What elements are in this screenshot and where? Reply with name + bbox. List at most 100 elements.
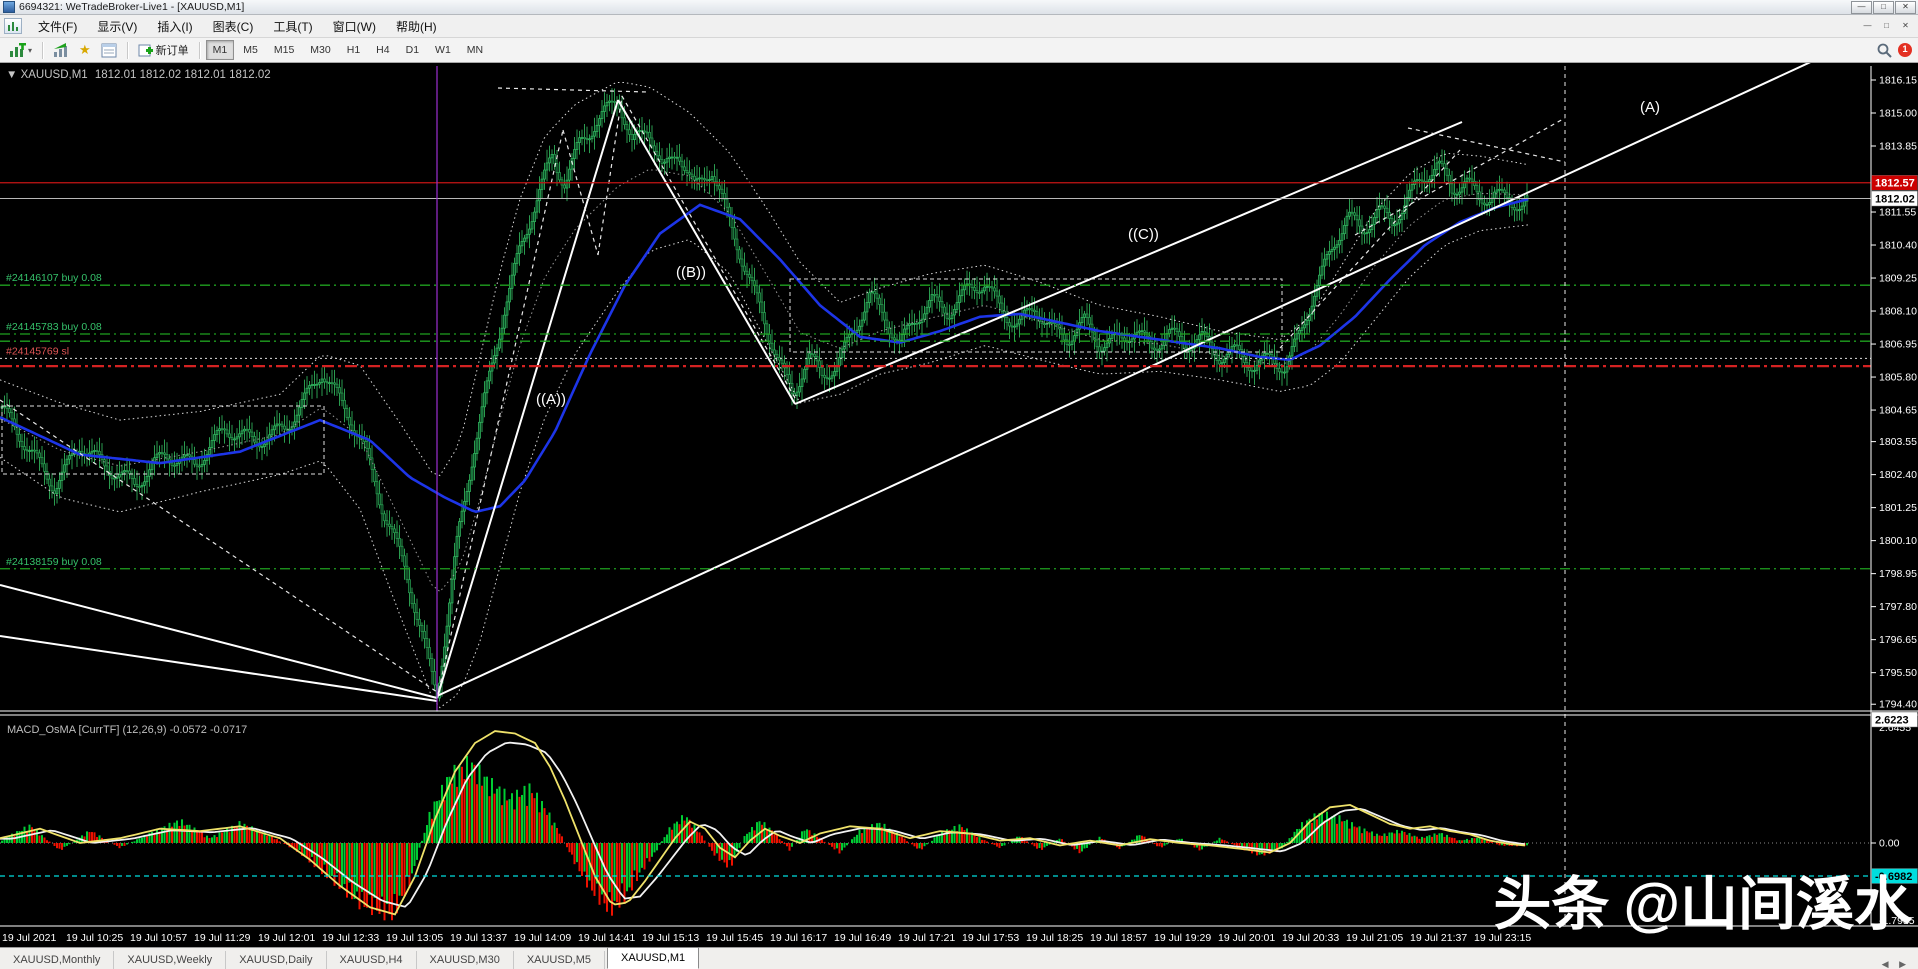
trend-line[interactable] — [794, 121, 1463, 405]
macd-histogram-bar — [506, 800, 508, 843]
dashed-trend-line[interactable] — [497, 87, 649, 93]
trend-line[interactable] — [436, 63, 1828, 697]
close-button[interactable]: ✕ — [1895, 0, 1916, 14]
menu-t[interactable]: 工具(T) — [263, 17, 322, 37]
macd-histogram-bar — [658, 843, 661, 845]
chart-canvas[interactable]: 1816.151815.001813.851812.701811.551810.… — [0, 63, 1918, 947]
timeframe-m30[interactable]: M30 — [303, 40, 337, 60]
menu-h[interactable]: 帮助(H) — [386, 17, 447, 37]
menu-c[interactable]: 图表(C) — [203, 17, 264, 37]
macd-histogram-bar — [1216, 840, 1218, 843]
macd-histogram-bar — [1406, 834, 1408, 843]
time-axis-label: 19 Jul 16:17 — [770, 932, 827, 944]
candle-body — [895, 339, 899, 342]
macd-histogram-bar — [1378, 835, 1381, 843]
child-minimize-button[interactable]: — — [1859, 19, 1876, 34]
macd-histogram-bar — [481, 785, 483, 843]
new-chart-button[interactable]: ▾ — [4, 40, 37, 61]
order-label[interactable]: #24146107 buy 0.08 — [6, 272, 102, 284]
candle-body — [270, 429, 274, 436]
candle-body — [1323, 258, 1326, 267]
wave-label[interactable]: ((B)) — [676, 264, 706, 281]
tab-xauusd-m5[interactable]: XAUUSD,M5 — [514, 951, 605, 969]
maximize-button[interactable]: □ — [1873, 0, 1894, 14]
profiles-button[interactable] — [48, 40, 74, 61]
candle-body — [150, 462, 154, 471]
band-upper — [0, 82, 1529, 477]
search-icon[interactable] — [1877, 43, 1892, 58]
macd-histogram-bar — [526, 805, 528, 843]
order-label[interactable]: #24138159 buy 0.08 — [6, 556, 102, 568]
candle-body — [610, 100, 614, 103]
macd-histogram-bar — [923, 843, 926, 847]
candle-body — [8, 408, 11, 414]
favorites-button[interactable]: ★ — [74, 39, 96, 61]
tab-xauusd-h4[interactable]: XAUUSD,H4 — [327, 951, 417, 969]
time-axis-label: 19 Jul 13:37 — [450, 932, 507, 944]
timeframe-m5[interactable]: M5 — [236, 40, 265, 60]
dashed-trend-line[interactable] — [0, 399, 438, 693]
trend-line[interactable] — [436, 99, 619, 699]
macd-histogram-bar — [543, 808, 546, 843]
candle-body — [858, 325, 861, 331]
minimize-button[interactable]: — — [1851, 0, 1872, 14]
candle-body — [825, 376, 829, 379]
candle-body — [908, 323, 911, 326]
notification-badge[interactable]: 1 — [1898, 43, 1912, 57]
tab-xauusd-monthly[interactable]: XAUUSD,Monthly — [0, 951, 115, 969]
timeframe-w1[interactable]: W1 — [428, 40, 458, 60]
timeframe-h4[interactable]: H4 — [369, 40, 396, 60]
macd-histogram-bar — [756, 822, 758, 843]
wave-label[interactable]: (A) — [1640, 99, 1660, 116]
dashed-trend-line[interactable] — [562, 129, 599, 256]
child-restore-button[interactable]: □ — [1878, 19, 1895, 34]
macd-histogram-bar — [893, 834, 896, 843]
candle-body — [758, 292, 761, 303]
candle-body — [473, 453, 476, 468]
menu-f[interactable]: 文件(F) — [28, 17, 87, 37]
tab-xauusd-daily[interactable]: XAUUSD,Daily — [226, 951, 327, 969]
macd-histogram-bar — [1371, 831, 1373, 843]
new-order-button[interactable]: 新订单 — [133, 39, 194, 61]
tab-xauusd-m1[interactable]: XAUUSD,M1 — [607, 947, 700, 969]
menu-w[interactable]: 窗口(W) — [323, 17, 386, 37]
candle-body — [765, 323, 769, 335]
timeframe-m15[interactable]: M15 — [267, 40, 301, 60]
timeframe-mn[interactable]: MN — [460, 40, 490, 60]
wave-label[interactable]: ((A)) — [536, 391, 566, 408]
candle-body — [1453, 192, 1456, 195]
tab-xauusd-m30[interactable]: XAUUSD,M30 — [417, 951, 514, 969]
price-tick-label: 1810.40 — [1879, 240, 1917, 252]
dashed-trend-line[interactable] — [1354, 117, 1566, 236]
candle-body — [408, 579, 411, 594]
macd-histogram-bar — [461, 766, 463, 843]
trend-line[interactable] — [0, 635, 438, 702]
child-close-button[interactable]: ✕ — [1897, 19, 1914, 34]
candle-body — [1135, 331, 1139, 335]
candle-body — [318, 382, 321, 385]
menu-i[interactable]: 插入(I) — [147, 17, 202, 37]
macd-histogram-bar — [536, 792, 538, 843]
macd-histogram-bar — [183, 825, 186, 843]
macd-histogram-bar — [353, 843, 356, 900]
tab-scroll-arrows[interactable]: ◀ ▶ — [1882, 959, 1918, 969]
dashed-trend-line[interactable] — [1407, 127, 1566, 163]
macd-histogram-bar — [701, 835, 703, 843]
market-watch-button[interactable] — [96, 40, 122, 61]
menu-v[interactable]: 显示(V) — [87, 17, 147, 37]
candle-body — [708, 179, 711, 181]
order-label[interactable]: #24145769 sl — [6, 345, 69, 357]
tab-xauusd-weekly[interactable]: XAUUSD,Weekly — [114, 951, 227, 969]
trend-line[interactable] — [0, 584, 438, 699]
timeframe-d1[interactable]: D1 — [399, 40, 426, 60]
candle-body — [1458, 191, 1461, 195]
macd-histogram-bar — [466, 755, 468, 843]
menu-bar: 文件(F) 显示(V) 插入(I) 图表(C) 工具(T) 窗口(W) 帮助(H) — □ … — [0, 15, 1918, 38]
dashed-trend-line[interactable] — [1279, 149, 1461, 349]
timeframe-m1[interactable]: M1 — [205, 40, 235, 60]
order-label[interactable]: #24145783 buy 0.08 — [6, 321, 102, 333]
timeframe-h1[interactable]: H1 — [340, 40, 367, 60]
wave-label[interactable]: ((C)) — [1128, 226, 1159, 243]
price-tick-label: 1795.50 — [1879, 667, 1917, 679]
dashed-trend-line[interactable] — [436, 129, 564, 699]
